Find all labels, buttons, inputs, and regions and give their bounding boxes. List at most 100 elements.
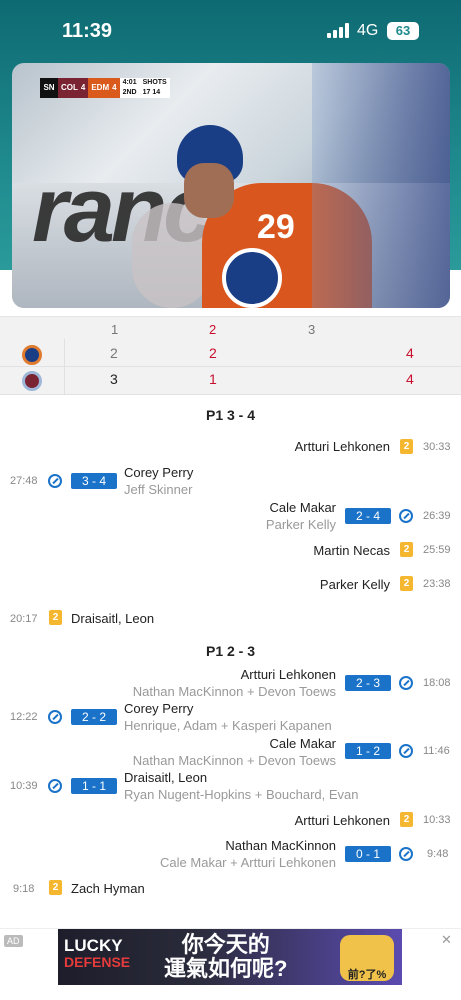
event-time: 11:46 [423,745,450,757]
event-time: 9:18 [13,883,35,895]
event-player[interactable]: Corey Perry [124,701,193,716]
period-header-1: 1 [111,322,119,337]
penalty-badge: 2 [400,542,413,557]
section-title: P1 2 - 3 [205,643,256,659]
event-player[interactable]: Draisaitl, Leon [71,611,154,626]
goal-puck-icon [399,509,413,523]
game-period: 2ND [122,89,137,96]
close-icon[interactable]: ✕ [441,932,452,948]
event-player[interactable]: Artturi Lehkonen [295,439,390,454]
period-score-table: 1 2 3 2 2 4 3 1 4 [0,316,461,395]
event-player[interactable]: Cale Makar [270,736,336,751]
event-assist: Nathan MacKinnon + Devon Toews [132,753,336,768]
event-player[interactable]: Corey Perry [124,465,193,480]
goal-score-badge: 1 - 2 [345,743,391,759]
ad-brand: LUCKY DEFENSE [64,937,130,971]
goal-score-badge: 1 - 1 [71,778,117,794]
event-player[interactable]: Cale Makar [270,500,336,515]
event-time: 26:39 [423,510,451,522]
scorebug: SN COL 4 EDM 4 4:01 2ND SHOTS 17 14 [40,78,170,98]
network-logo: SN [40,78,58,98]
network-label: 4G [357,22,379,39]
goal-score-badge: 0 - 1 [345,846,391,862]
goal-score-badge: 3 - 4 [71,473,117,489]
goal-puck-icon [399,676,413,690]
video-player[interactable]: rance 29 SN COL 4 EDM 4 4:01 2ND SHOTS 1… [12,63,450,308]
col-p1-score: 3 [110,371,118,387]
avalanche-logo-icon [22,371,42,391]
ad-slogan: 你今天的 運氣如何呢? [164,933,287,981]
background-crowd [312,63,450,308]
ad-image[interactable]: LUCKY DEFENSE 你今天的 運氣如何呢? 前?了% [58,929,402,985]
goal-puck-icon [48,710,62,724]
battery-icon: 63 [387,22,419,40]
event-assist: Parker Kelly [265,517,336,532]
player-face [184,163,234,218]
shots-label: SHOTS [142,79,167,86]
table-row-divider [0,366,461,367]
away-shots: 17 [142,89,151,96]
event-time: 25:59 [423,544,451,556]
ad-slogan-line1: 你今天的 [181,932,270,957]
event-time: 10:39 [10,780,38,792]
ad-banner[interactable]: AD LUCKY DEFENSE 你今天的 運氣如何呢? 前?了% ✕ [0,928,461,990]
home-team: EDM [91,83,110,92]
scorebug-home: EDM 4 [88,78,120,98]
table-divider [64,339,65,395]
scorebug-away: COL 4 [58,78,89,98]
status-bar: 11:39 4G 63 [0,0,461,60]
col-total-score: 4 [406,371,414,387]
goal-puck-icon [48,474,62,488]
goal-puck-icon [399,847,413,861]
home-shots: 14 [152,89,161,96]
event-player[interactable]: Nathan MacKinnon [225,838,336,853]
ad-brand-line1: LUCKY [64,936,123,955]
section-title: P1 3 - 4 [205,407,256,423]
penalty-badge: 2 [49,880,62,895]
edm-total-score: 4 [406,345,414,361]
ad-brand-line2: DEFENSE [64,954,131,970]
event-assist: Cale Makar + Artturi Lehkonen [160,855,336,870]
event-time: 20:17 [10,613,38,625]
penalty-badge: 2 [400,812,413,827]
edm-p2-score: 2 [209,345,217,361]
event-player[interactable]: Parker Kelly [320,577,390,592]
event-player[interactable]: Artturi Lehkonen [295,813,390,828]
goal-score-badge: 2 - 4 [345,508,391,524]
ad-slogan-line2: 運氣如何呢? [164,956,288,981]
oilers-logo-icon [22,345,42,365]
event-time: 18:08 [423,677,451,689]
ad-label: AD [4,935,23,947]
period-header-2: 2 [209,322,217,337]
event-time: 30:33 [423,441,451,453]
goal-puck-icon [399,744,413,758]
away-team: COL [61,83,78,92]
ad-mascot-text: 前?了% [347,969,387,981]
penalty-badge: 2 [400,576,413,591]
away-score: 4 [80,83,86,92]
jersey-number: 29 [257,208,295,246]
ad-mascot: 前?了% [340,935,394,981]
status-time: 11:39 [62,20,113,42]
event-time: 12:22 [10,711,38,723]
event-time: 23:38 [423,578,451,590]
penalty-badge: 2 [400,439,413,454]
home-score: 4 [112,83,117,92]
event-player[interactable]: Artturi Lehkonen [241,667,336,682]
game-clock: 4:01 [122,79,137,86]
event-assist: Ryan Nugent-Hopkins + Bouchard, Evan [124,787,359,802]
event-assist: Nathan MacKinnon + Devon Toews [132,684,336,699]
event-assist: Jeff Skinner [124,482,193,497]
event-player[interactable]: Draisaitl, Leon [124,770,207,785]
period-header-3: 3 [308,322,316,337]
event-assist: Henrique, Adam + Kasperi Kapanen [124,718,332,733]
col-p2-score: 1 [209,371,217,387]
event-time: 9:48 [427,848,449,860]
goal-score-badge: 2 - 2 [71,709,117,725]
oilers-crest-icon [222,248,282,308]
edm-p1-score: 2 [110,345,118,361]
player-blur [132,203,212,308]
event-player[interactable]: Zach Hyman [71,881,145,896]
event-player[interactable]: Martin Necas [313,543,390,558]
signal-icon [327,23,351,38]
